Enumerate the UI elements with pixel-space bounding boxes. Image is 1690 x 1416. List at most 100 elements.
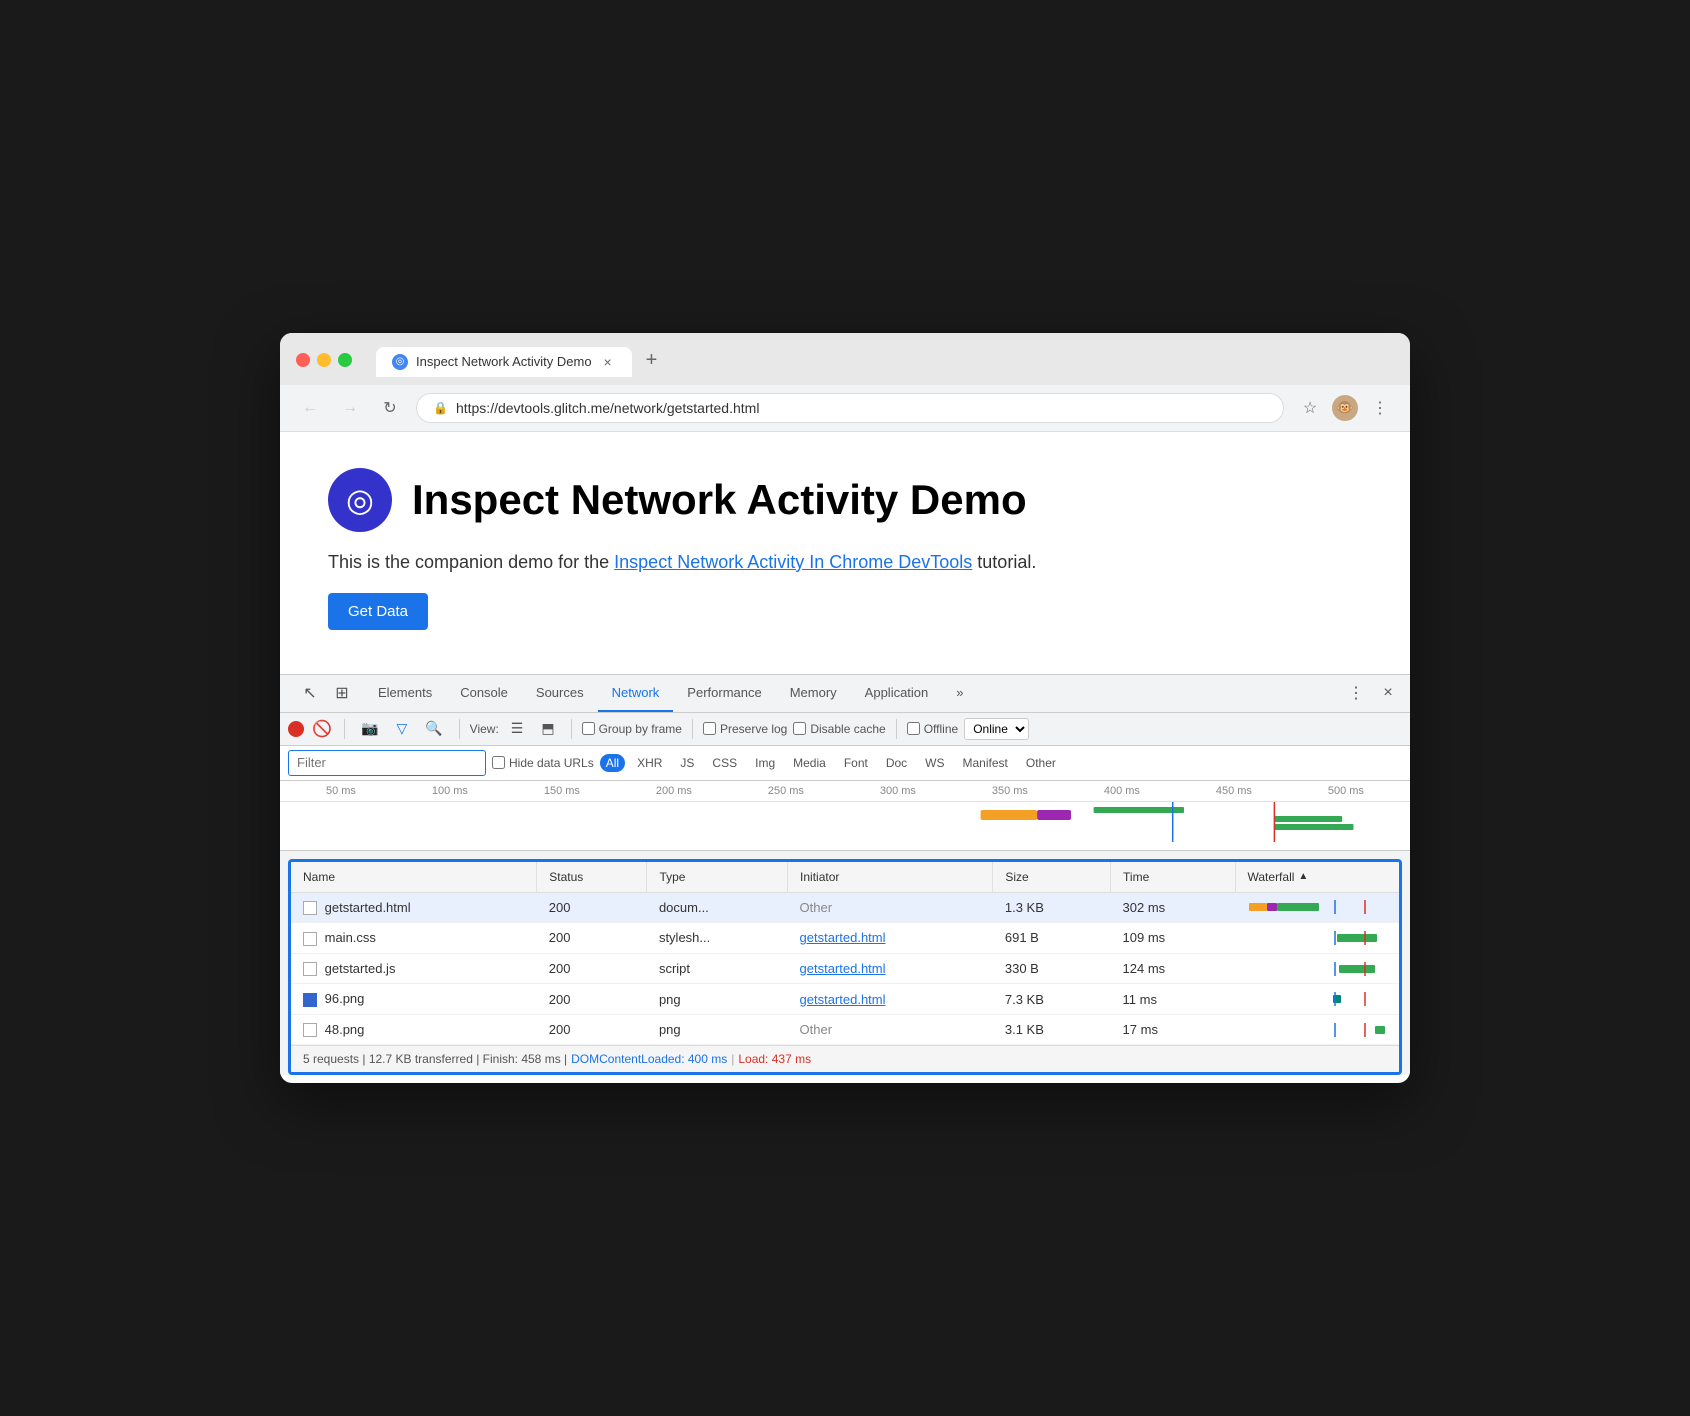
lock-icon: 🔒 [433,401,448,415]
tab-label: Inspect Network Activity Demo [416,354,592,369]
highlight-box: Name Status Type Initiator Size Time Wat… [288,859,1402,1076]
col-waterfall: Waterfall ▲ [1235,862,1399,893]
file-icon [303,993,317,1007]
dom-content-loaded-label[interactable]: DOMContentLoaded: 400 ms [571,1052,727,1066]
table-row[interactable]: 96.png 200 png getstarted.html 7.3 KB 11… [291,984,1399,1015]
waterfall-view-button[interactable]: ⬒ [535,717,560,740]
cell-initiator: getstarted.html [788,984,993,1015]
table-header-row: Name Status Type Initiator Size Time Wat… [291,862,1399,893]
table-row[interactable]: getstarted.html 200 docum... Other 1.3 K… [291,892,1399,923]
filter-all-tag[interactable]: All [600,754,625,772]
table-row[interactable]: main.css 200 stylesh... getstarted.html … [291,923,1399,954]
tab-sources[interactable]: Sources [522,675,598,712]
filter-js-tag[interactable]: JS [674,754,700,772]
page-header: ◎ Inspect Network Activity Demo [328,468,1362,532]
filter-input[interactable] [297,755,477,770]
record-button[interactable] [288,721,304,737]
tab-more[interactable]: » [942,675,977,712]
col-size: Size [993,862,1111,893]
group-by-frame-label[interactable]: Group by frame [582,722,682,736]
filter-other-tag[interactable]: Other [1020,754,1062,772]
filter-img-tag[interactable]: Img [749,754,781,772]
hide-data-urls-checkbox[interactable] [492,756,505,769]
maximize-button[interactable] [338,353,352,367]
tab-console[interactable]: Console [446,675,522,712]
tick-300ms: 300 ms [880,785,916,797]
browser-window: ◎ Inspect Network Activity Demo × + ← → … [280,333,1410,1084]
toolbar-separator-5 [896,719,897,739]
throttle-select[interactable]: Online [964,718,1029,740]
clear-button[interactable]: 🚫 [310,717,334,741]
devtools-more-actions: ⋮ × [1342,679,1402,707]
cell-waterfall [1235,1014,1399,1045]
get-data-button[interactable]: Get Data [328,593,428,630]
network-status-bar: 5 requests | 12.7 KB transferred | Finis… [291,1045,1399,1072]
timeline-ticks: 50 ms 100 ms 150 ms 200 ms 250 ms 300 ms… [280,785,1410,797]
devtools-close-button[interactable]: × [1374,679,1402,707]
filter-ws-tag[interactable]: WS [919,754,950,772]
list-view-button[interactable]: ☰ [505,717,530,740]
offline-label[interactable]: Offline [907,722,958,736]
filter-font-tag[interactable]: Font [838,754,874,772]
minimize-button[interactable] [317,353,331,367]
cell-type: script [647,953,788,984]
cell-size: 3.1 KB [993,1014,1111,1045]
url-path: /network/getstarted.html [610,400,759,416]
filter-media-tag[interactable]: Media [787,754,832,772]
cursor-icon-button[interactable]: ↖ [296,679,324,707]
group-by-frame-checkbox[interactable] [582,722,595,735]
disable-cache-label[interactable]: Disable cache [793,722,885,736]
hide-data-urls-label[interactable]: Hide data URLs [492,756,594,770]
network-table: Name Status Type Initiator Size Time Wat… [291,862,1399,1046]
active-tab[interactable]: ◎ Inspect Network Activity Demo × [376,347,632,377]
address-url: https://devtools.glitch.me/network/getst… [456,400,1267,416]
back-button[interactable]: ← [296,394,324,422]
close-button[interactable] [296,353,310,367]
filter-doc-tag[interactable]: Doc [880,754,913,772]
filter-button[interactable]: ▽ [390,717,413,740]
tab-elements[interactable]: Elements [364,675,446,712]
cell-size: 7.3 KB [993,984,1111,1015]
cell-name: 48.png [291,1014,537,1045]
table-row[interactable]: getstarted.js 200 script getstarted.html… [291,953,1399,984]
page-title: Inspect Network Activity Demo [412,476,1027,524]
tab-performance[interactable]: Performance [673,675,775,712]
forward-button[interactable]: → [336,394,364,422]
col-type: Type [647,862,788,893]
cell-waterfall [1235,953,1399,984]
glitch-logo: ◎ [328,468,392,532]
tab-application[interactable]: Application [851,675,943,712]
filter-xhr-tag[interactable]: XHR [631,754,668,772]
cell-type: stylesh... [647,923,788,954]
disable-cache-checkbox[interactable] [793,722,806,735]
cell-initiator: getstarted.html [788,923,993,954]
reload-button[interactable]: ↻ [376,394,404,422]
address-input[interactable]: 🔒 https://devtools.glitch.me/network/get… [416,393,1284,423]
filter-manifest-tag[interactable]: Manifest [957,754,1014,772]
devtools-panel: ↖ ⊞ Elements Console Sources Network Per… [280,674,1410,1076]
tab-memory[interactable]: Memory [776,675,851,712]
bookmark-button[interactable]: ☆ [1296,394,1324,422]
cell-name: getstarted.js [291,953,537,984]
address-bar: ← → ↻ 🔒 https://devtools.glitch.me/netwo… [280,385,1410,432]
table-row[interactable]: 48.png 200 png Other 3.1 KB 17 ms [291,1014,1399,1045]
filter-css-tag[interactable]: CSS [706,754,743,772]
tab-network[interactable]: Network [598,675,674,712]
search-button[interactable]: 🔍 [419,717,448,740]
offline-checkbox[interactable] [907,722,920,735]
tab-close-button[interactable]: × [600,354,616,370]
tick-150ms: 150 ms [544,785,580,797]
layers-icon-button[interactable]: ⊞ [328,679,356,707]
devtools-link[interactable]: Inspect Network Activity In Chrome DevTo… [614,552,972,572]
col-time: Time [1111,862,1235,893]
preserve-log-checkbox[interactable] [703,722,716,735]
camera-button[interactable]: 📷 [355,717,384,740]
menu-button[interactable]: ⋮ [1366,394,1394,422]
title-bar: ◎ Inspect Network Activity Demo × + [280,333,1410,385]
devtools-more-button[interactable]: ⋮ [1342,679,1370,707]
tick-100ms: 100 ms [432,785,468,797]
toolbar-separator-1 [344,719,345,739]
url-base: https://devtools.glitch.me [456,400,610,416]
new-tab-button[interactable]: + [634,343,670,377]
preserve-log-label[interactable]: Preserve log [703,722,787,736]
